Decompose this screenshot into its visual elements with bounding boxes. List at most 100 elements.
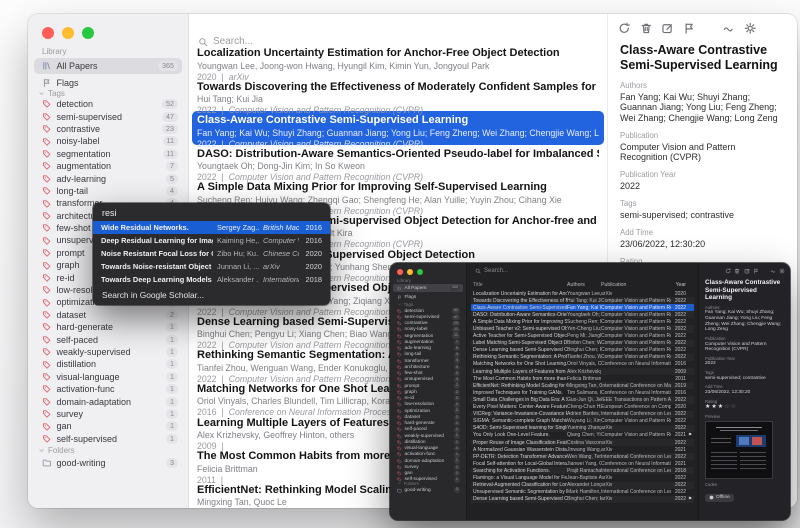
sidebar-item-noisy-label[interactable]: noisy-label11 bbox=[34, 135, 182, 147]
table-row[interactable]: Unbiased Teacher v2: Semi-supervised Obj… bbox=[471, 325, 694, 332]
sidebar-item-architecture[interactable]: architecture3 bbox=[393, 364, 463, 370]
sidebar-item-long-tail[interactable]: long-tail4 bbox=[34, 185, 182, 197]
sidebar-item-hard-generate[interactable]: hard-generate1 bbox=[393, 421, 463, 427]
table-row[interactable]: SIGMA: Semantic-complete Graph Matching … bbox=[471, 418, 694, 425]
table-row[interactable]: DASO: Distribution-Aware Semantics-Orien… bbox=[471, 311, 694, 318]
sidebar-item-self-paced[interactable]: self-paced1 bbox=[34, 333, 182, 345]
suggestion-item[interactable]: Wide Residual Networks.Sergey Zag...Brit… bbox=[93, 221, 330, 234]
tags-header[interactable]: Tags bbox=[38, 89, 65, 98]
table-row[interactable]: Retrieval-Augmented Classification for L… bbox=[471, 482, 694, 489]
sidebar-item-re-id[interactable]: re-id2 bbox=[393, 396, 463, 402]
column-header-year[interactable]: Year bbox=[671, 282, 686, 288]
table-row[interactable]: Active Teacher for Semi-Supervised Objec… bbox=[471, 333, 694, 340]
sidebar-item-survey[interactable]: survey1 bbox=[393, 464, 463, 470]
zoom-button[interactable] bbox=[417, 269, 423, 275]
table-row[interactable]: Improved Techniques for Training GANs.Ti… bbox=[471, 389, 694, 396]
flag-icon[interactable] bbox=[753, 268, 759, 274]
table-row[interactable]: A Simple Data Mixing Prior for Improving… bbox=[471, 318, 694, 325]
code-repo-badge[interactable]: Offline bbox=[705, 494, 734, 502]
table-row[interactable]: EfficientNet: Rethinking Model Scaling f… bbox=[471, 382, 694, 389]
table-row[interactable]: Label Matching Semi-Supervised Object De… bbox=[471, 340, 694, 347]
table-row[interactable]: Every Pixel Matters: Center-Aware Featur… bbox=[471, 404, 694, 411]
preview-thumbnail[interactable] bbox=[705, 421, 773, 479]
edit-icon[interactable] bbox=[744, 268, 750, 274]
sidebar-item-weakly-supervised[interactable]: weakly-supervised1 bbox=[34, 346, 182, 358]
table-row[interactable]: Proper Reuse of Image Classification Fea… bbox=[471, 439, 694, 446]
settings-icon[interactable] bbox=[744, 22, 757, 35]
table-row[interactable]: Towards Discovering the Effectiveness of… bbox=[471, 297, 694, 304]
column-header-publication[interactable]: Publication bbox=[601, 282, 671, 288]
sidebar-item-good-writing[interactable]: good-writing3 bbox=[34, 457, 182, 469]
sidebar-item-semi-supervised[interactable]: semi-supervised47 bbox=[34, 110, 182, 122]
suggestion-item[interactable]: Noise Resistant Focal Loss for Object D.… bbox=[93, 247, 330, 260]
suggestion-item[interactable]: Deep Residual Learning for Image Reco...… bbox=[93, 234, 330, 247]
sidebar-item-contrastive[interactable]: contrastive23 bbox=[34, 123, 182, 135]
close-button[interactable] bbox=[42, 27, 54, 39]
trash-icon[interactable] bbox=[640, 22, 653, 35]
sidebar-item-visual-language[interactable]: visual-language1 bbox=[34, 371, 182, 383]
paper-list-item[interactable]: DASO: Distribution-Aware Semantics-Orien… bbox=[189, 145, 607, 179]
sidebar-item-augmentation[interactable]: augmentation7 bbox=[393, 339, 463, 345]
minimize-button[interactable] bbox=[62, 27, 74, 39]
table-row[interactable]: Searching for Activation Functions.Praji… bbox=[471, 467, 694, 474]
table-row[interactable]: Small Data Challenges in Big Data Era: A… bbox=[471, 396, 694, 403]
refresh-icon[interactable] bbox=[618, 22, 631, 35]
table-row[interactable]: Focal Self-attention for Local-Global In… bbox=[471, 460, 694, 467]
zoom-button[interactable] bbox=[82, 27, 94, 39]
sidebar-item-all-papers[interactable]: All Papers 365 bbox=[393, 284, 463, 292]
sidebar-item-domain-adaptation[interactable]: domain-adaptation1 bbox=[34, 395, 182, 407]
table-row[interactable]: Unsupervised Semantic Segmentation by Di… bbox=[471, 489, 694, 496]
search-google-scholar[interactable]: Search in Google Scholar... bbox=[93, 286, 330, 304]
paper-list-item[interactable]: Towards Discovering the Effectiveness of… bbox=[189, 78, 607, 112]
sidebar-item-hard-generate[interactable]: hard-generate1 bbox=[34, 321, 182, 333]
sidebar-item-detection[interactable]: detection52 bbox=[34, 98, 182, 110]
column-header-title[interactable]: Title bbox=[471, 282, 567, 288]
sidebar-item-good-writing[interactable]: good-writing3 bbox=[393, 487, 463, 493]
table-row[interactable]: Localization Uncertainty Estimation for … bbox=[471, 290, 694, 297]
table-row[interactable]: Dense Learning based Semi-Supervised Obj… bbox=[471, 496, 694, 503]
sidebar-item-gan[interactable]: gan1 bbox=[34, 420, 182, 432]
sidebar-item-survey[interactable]: survey1 bbox=[34, 408, 182, 420]
suggestion-item[interactable]: Towards Noise-resistant Object Detecti..… bbox=[93, 260, 330, 273]
sidebar-item-distillation[interactable]: distillation1 bbox=[34, 358, 182, 370]
query-text[interactable]: resi bbox=[93, 203, 330, 221]
sidebar-item-few-shot[interactable]: few-shot3 bbox=[393, 371, 463, 377]
sidebar-item-contrastive[interactable]: contrastive23 bbox=[393, 321, 463, 327]
sidebar-item-dataset[interactable]: dataset2 bbox=[34, 309, 182, 321]
folders-header[interactable]: Folders bbox=[38, 446, 75, 455]
table-row[interactable]: Matching Networks for One Shot Learning.… bbox=[471, 361, 694, 368]
sidebar-item-distillation[interactable]: distillation1 bbox=[393, 439, 463, 445]
paper-list-item[interactable]: Class-Aware Contrastive Semi-Supervised … bbox=[192, 111, 604, 145]
table-row[interactable]: The Most Common Habits from more than 20… bbox=[471, 375, 694, 382]
table-row[interactable]: A Normalized Gaussian Wasserstein Distan… bbox=[471, 446, 694, 453]
table-row[interactable]: S4OD: Semi-Supervised learning for Singl… bbox=[471, 425, 694, 432]
star-empty-icon[interactable]: ☆ bbox=[731, 404, 737, 410]
refresh-icon[interactable] bbox=[725, 268, 731, 274]
table-row[interactable]: Dense Learning based Semi-Supervised Obj… bbox=[471, 347, 694, 354]
sidebar-item-self-supervised[interactable]: self-supervised1 bbox=[34, 433, 182, 445]
tags-header[interactable]: Tags bbox=[397, 302, 413, 307]
search-input[interactable]: Search... bbox=[475, 268, 508, 274]
column-header-authors[interactable]: Authors bbox=[567, 282, 601, 288]
sidebar-item-flags[interactable]: Flags bbox=[393, 293, 463, 301]
table-row[interactable]: Rethinking Semantic Segmentation: A Prot… bbox=[471, 354, 694, 361]
settings-icon[interactable] bbox=[779, 268, 785, 274]
table-row[interactable]: You Only Look One-Level Feature.Qiang Ch… bbox=[471, 432, 694, 439]
flag-icon[interactable] bbox=[683, 22, 696, 35]
rating-stars[interactable]: ★★★☆☆ bbox=[705, 404, 784, 411]
sidebar-item-semi-supervised[interactable]: semi-supervised47 bbox=[393, 314, 463, 320]
sidebar-item-adv-learning[interactable]: adv-learning5 bbox=[393, 346, 463, 352]
table-row[interactable]: Learning Multiple Layers of Features fro… bbox=[471, 368, 694, 375]
paper-list-item[interactable]: Localization Uncertainty Estimation for … bbox=[189, 44, 607, 78]
trash-icon[interactable] bbox=[734, 268, 740, 274]
sidebar-item-adv-learning[interactable]: adv-learning5 bbox=[34, 172, 182, 184]
sidebar-item-activation-func[interactable]: activation-func1 bbox=[34, 383, 182, 395]
edit-icon[interactable] bbox=[661, 22, 674, 35]
sidebar-item-dataset[interactable]: dataset2 bbox=[393, 414, 463, 420]
folders-header[interactable]: Folders bbox=[397, 481, 419, 486]
sidebar-item-segmentation[interactable]: segmentation11 bbox=[34, 148, 182, 160]
export-icon[interactable] bbox=[722, 22, 735, 35]
table-row[interactable]: VICReg: Variance-Invariance-Covariance R… bbox=[471, 411, 694, 418]
sidebar-item-all-papers[interactable]: All Papers 365 bbox=[34, 58, 182, 74]
close-button[interactable] bbox=[397, 269, 403, 275]
